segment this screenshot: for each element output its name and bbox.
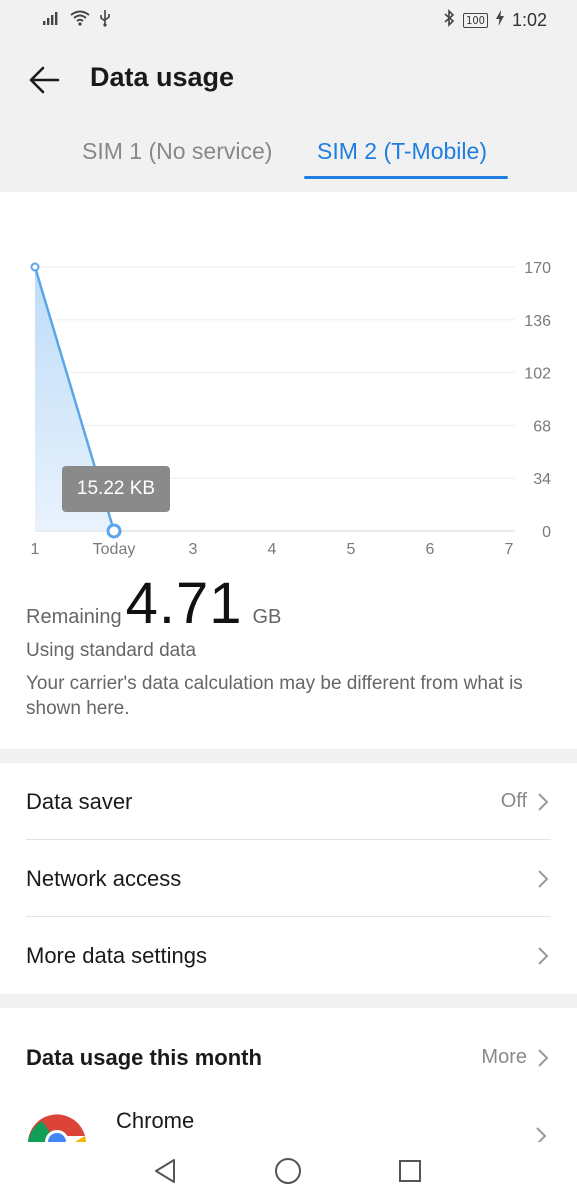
plan-text: Using standard data xyxy=(26,640,197,661)
x-tick-label: 3 xyxy=(189,541,198,558)
x-tick-label: 7 xyxy=(505,541,514,558)
more-label: More xyxy=(481,1046,527,1068)
remaining-unit: GB xyxy=(252,606,282,628)
usage-chart: 170 136 102 68 34 0 1 Today 3 4 5 6 7 xyxy=(0,192,577,572)
battery-icon: 100 xyxy=(463,12,488,28)
carrier-note: Your carrier's data calculation may be d… xyxy=(26,673,523,719)
data-saver-value: Off xyxy=(500,790,527,812)
y-tick-label: 0 xyxy=(542,524,551,541)
back-button[interactable] xyxy=(22,58,66,102)
chrome-icon xyxy=(28,1114,86,1146)
tab-sim2[interactable]: SIM 2 (T-Mobile) xyxy=(317,138,487,165)
y-tick-label: 136 xyxy=(524,313,551,330)
y-tick-label: 68 xyxy=(533,418,551,435)
data-point xyxy=(30,262,40,272)
bluetooth-icon xyxy=(443,8,455,32)
section-divider xyxy=(0,749,577,763)
square-recents-icon xyxy=(399,1160,421,1182)
x-tick-label: 1 xyxy=(31,541,40,558)
monthly-usage-title: Data usage this month xyxy=(26,1044,262,1070)
section-divider xyxy=(0,994,577,1008)
chevron-right-icon xyxy=(538,869,549,888)
tab-indicator xyxy=(304,176,508,179)
status-bar: 100 1:02 xyxy=(0,0,577,40)
signal-icon xyxy=(42,10,62,31)
more-button[interactable]: More xyxy=(481,1046,549,1069)
nav-back-button[interactable] xyxy=(148,1154,182,1188)
header: Data usage SIM 1 (No service) SIM 2 (T-M… xyxy=(0,40,577,192)
wifi-icon xyxy=(70,10,90,31)
charging-icon xyxy=(495,9,504,31)
x-tick-label: 6 xyxy=(426,541,435,558)
nav-recents-button[interactable] xyxy=(393,1154,427,1188)
x-tick-label: 4 xyxy=(268,541,277,558)
data-saver-row[interactable]: Data saver Off xyxy=(0,763,577,840)
chart-canvas: 170136102683401 Today 3 4 5 6 7 xyxy=(30,260,551,558)
circle-home-icon xyxy=(275,1158,301,1184)
network-access-row[interactable]: Network access xyxy=(0,840,577,917)
nav-home-button[interactable] xyxy=(271,1154,305,1188)
remaining-label: Remaining xyxy=(26,606,122,628)
chevron-right-icon xyxy=(538,946,549,965)
remaining-summary: Remaining 4.71 GB xyxy=(26,570,282,636)
clock: 1:02 xyxy=(511,9,547,30)
app-list-item[interactable]: Chrome xyxy=(0,1098,577,1148)
data-point xyxy=(106,523,122,539)
arrow-left-icon xyxy=(29,66,60,94)
x-tick-label: 5 xyxy=(347,541,356,558)
chevron-right-icon xyxy=(538,792,549,811)
app-name: Chrome xyxy=(116,1108,195,1133)
data-saver-label: Data saver xyxy=(26,788,133,814)
navigation-bar xyxy=(0,1142,577,1198)
y-tick-label: 102 xyxy=(524,366,551,383)
more-data-settings-label: More data settings xyxy=(26,942,207,968)
chevron-right-icon xyxy=(538,1048,549,1067)
network-access-label: Network access xyxy=(26,865,182,891)
y-tick-label: 34 xyxy=(533,471,551,488)
usb-icon xyxy=(98,9,112,32)
remaining-value: 4.71 xyxy=(125,571,243,636)
page-title: Data usage xyxy=(90,62,235,92)
tab-sim1[interactable]: SIM 1 (No service) xyxy=(82,138,272,165)
more-data-settings-row[interactable]: More data settings xyxy=(0,917,577,994)
y-tick-label: 170 xyxy=(524,260,551,277)
chart-tooltip: 15.22 KB xyxy=(62,466,170,512)
x-tick-label: Today xyxy=(93,541,136,558)
monthly-usage-header: Data usage this month More xyxy=(0,1019,577,1096)
triangle-back-icon xyxy=(155,1159,175,1183)
